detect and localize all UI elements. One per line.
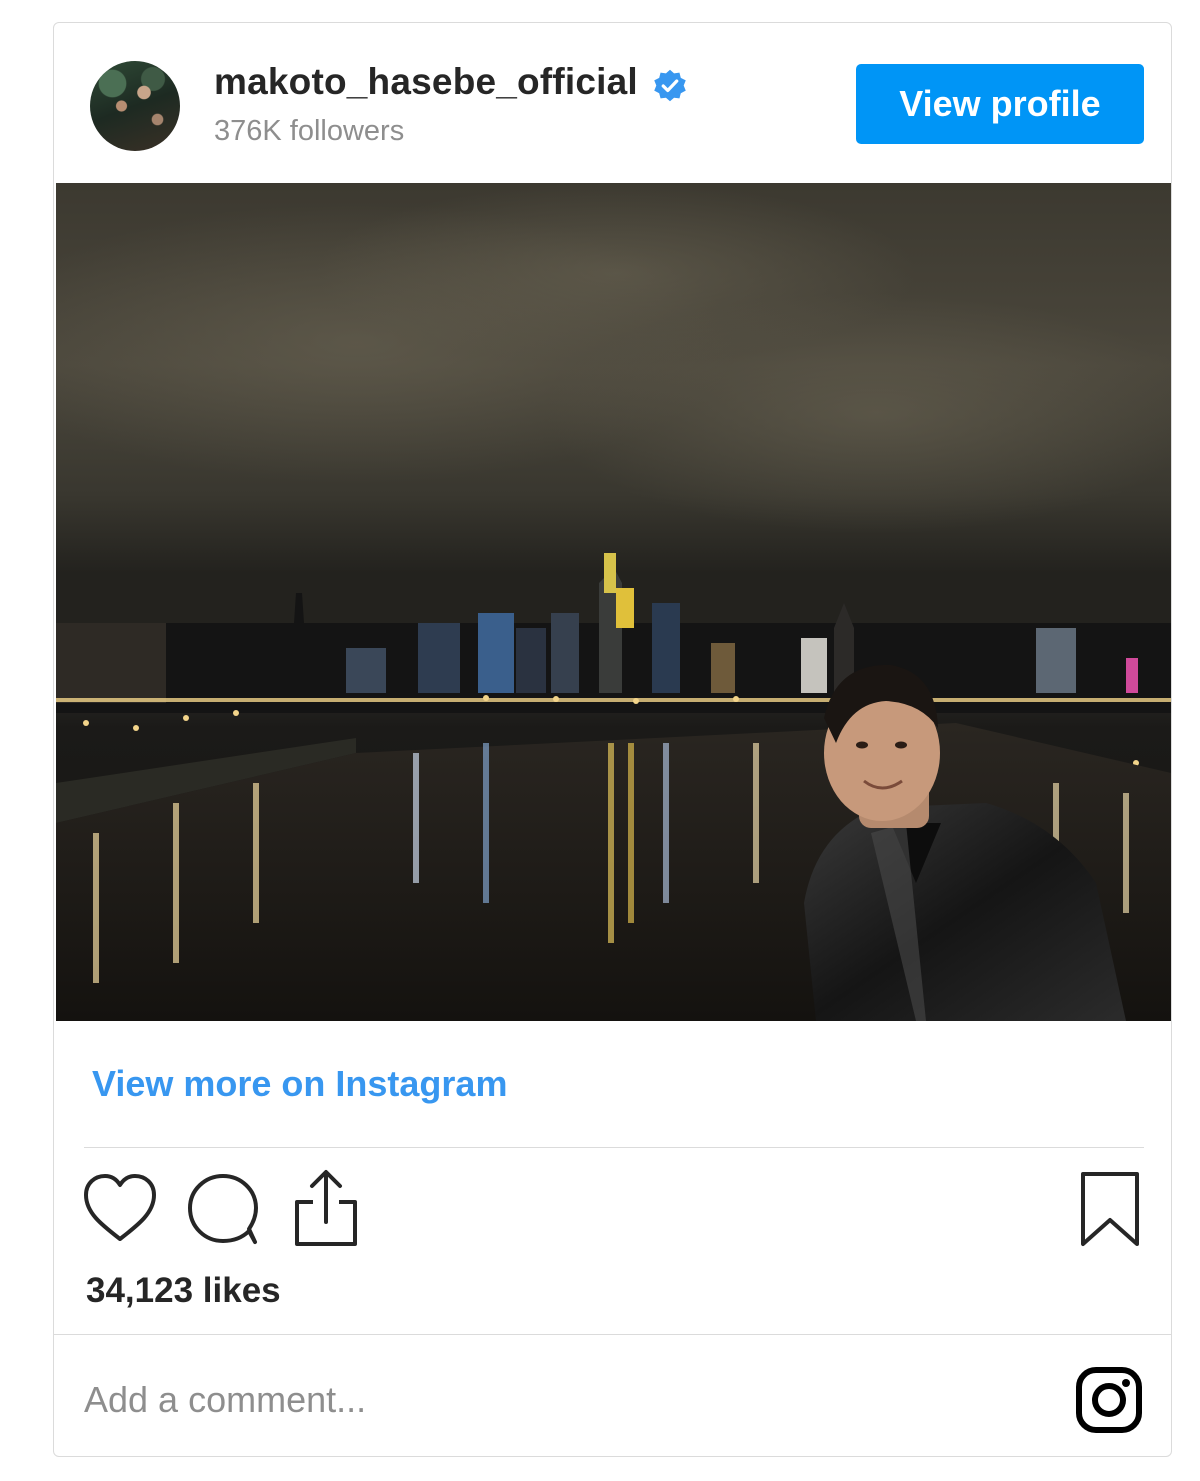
share-icon[interactable]	[291, 1168, 361, 1248]
view-profile-button[interactable]: View profile	[856, 64, 1144, 144]
divider	[84, 1147, 1144, 1148]
add-comment-input[interactable]	[84, 1365, 984, 1435]
likes-count: 34,123 likes	[86, 1271, 281, 1310]
view-more-on-instagram-link[interactable]: View more on Instagram	[92, 1063, 507, 1105]
profile-avatar[interactable]	[90, 61, 180, 151]
divider	[54, 1334, 1171, 1335]
instagram-embed-card: makoto_hasebe_official 376K followers Vi…	[53, 22, 1172, 1457]
username[interactable]: makoto_hasebe_official	[214, 61, 638, 103]
frankfurt-night-photo	[56, 183, 1171, 1021]
follower-count: 376K followers	[214, 115, 405, 147]
verified-badge-icon	[654, 69, 686, 102]
bookmark-icon[interactable]	[1078, 1170, 1142, 1248]
heart-icon[interactable]	[82, 1173, 158, 1245]
instagram-icon[interactable]	[1075, 1366, 1143, 1434]
post-photo[interactable]	[56, 183, 1171, 1021]
speech-bubble-icon[interactable]	[185, 1171, 261, 1247]
post-header: makoto_hasebe_official 376K followers Vi…	[54, 23, 1171, 183]
